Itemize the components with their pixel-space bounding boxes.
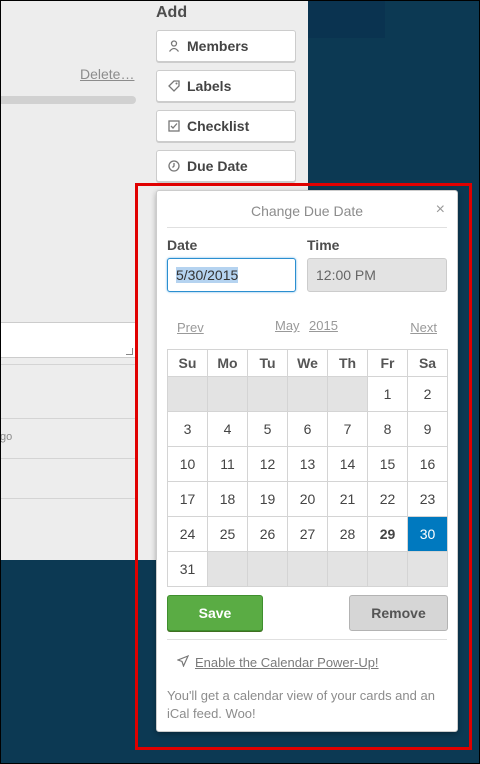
empty-day-cell (207, 376, 248, 412)
weekday-header: Th (327, 349, 368, 377)
next-month-link[interactable]: Next (410, 320, 437, 335)
day-cell[interactable]: 24 (167, 516, 208, 552)
members-button[interactable]: Members (156, 30, 296, 62)
empty-day-cell (247, 376, 288, 412)
due-date-button-label: Due Date (187, 158, 248, 174)
divider (0, 418, 136, 419)
empty-day-cell (407, 551, 448, 587)
change-due-date-popover: Change Due Date × Date Time 5/30/2015 12… (156, 190, 458, 732)
prev-month-link[interactable]: Prev (177, 320, 204, 335)
empty-day-cell (247, 551, 288, 587)
day-cell[interactable]: 7 (327, 411, 368, 447)
due-date-button[interactable]: Due Date (156, 150, 296, 182)
add-heading: Add (156, 4, 188, 21)
members-button-label: Members (187, 38, 249, 54)
day-cell[interactable]: 18 (207, 481, 248, 517)
date-input[interactable]: 5/30/2015 (167, 258, 296, 292)
weekday-header: Tu (247, 349, 288, 377)
day-cell[interactable]: 6 (287, 411, 328, 447)
empty-day-cell (207, 551, 248, 587)
calendar-week-row: 31 (167, 551, 448, 587)
weekday-header: Sa (407, 349, 448, 377)
day-cell[interactable]: 13 (287, 446, 328, 482)
day-cell[interactable]: 30 (407, 516, 448, 552)
day-cell[interactable]: 11 (207, 446, 248, 482)
day-cell[interactable]: 5 (247, 411, 288, 447)
weekday-header: Su (167, 349, 208, 377)
day-cell[interactable]: 26 (247, 516, 288, 552)
weekday-header: Mo (207, 349, 248, 377)
empty-day-cell (287, 551, 328, 587)
clock-icon (167, 159, 181, 173)
calendar-powerup-row: Enable the Calendar Power-Up! (176, 654, 379, 670)
popover-title: Change Due Date (250, 203, 364, 219)
day-cell[interactable]: 22 (367, 481, 408, 517)
calendar-week-row: 17 18 19 20 21 22 23 (167, 481, 448, 517)
day-cell[interactable]: 20 (287, 481, 328, 517)
divider (0, 458, 136, 459)
divider (167, 639, 447, 640)
delete-link[interactable]: Delete… (80, 66, 134, 82)
month-select[interactable]: May (275, 318, 300, 333)
checklist-progress-bar (0, 96, 136, 104)
empty-day-cell (287, 376, 328, 412)
weekday-header: Fr (367, 349, 408, 377)
day-cell[interactable]: 12 (247, 446, 288, 482)
calendar-week-row: 24 25 26 27 28 29 30 (167, 516, 448, 552)
day-cell[interactable]: 9 (407, 411, 448, 447)
resize-grip-icon[interactable] (126, 348, 133, 355)
checklist-button-label: Checklist (187, 118, 250, 134)
labels-button[interactable]: Labels (156, 70, 296, 102)
date-label: Date (167, 237, 198, 253)
day-cell[interactable]: 16 (407, 446, 448, 482)
close-icon[interactable]: × (436, 201, 445, 219)
day-cell[interactable]: 15 (367, 446, 408, 482)
day-cell[interactable]: 27 (287, 516, 328, 552)
day-cell[interactable]: 31 (167, 551, 208, 587)
calendar-week-row: 12 (167, 376, 448, 412)
day-cell[interactable]: 29 (367, 516, 408, 552)
day-cell[interactable]: 1 (367, 376, 408, 412)
day-cell[interactable]: 25 (207, 516, 248, 552)
day-cell[interactable]: 21 (327, 481, 368, 517)
day-cell[interactable]: 14 (327, 446, 368, 482)
calendar-week-row: 10 11 12 13 14 15 16 (167, 446, 448, 482)
day-cell[interactable]: 28 (327, 516, 368, 552)
empty-day-cell (367, 551, 408, 587)
enable-calendar-powerup-link[interactable]: Enable the Calendar Power-Up! (195, 655, 379, 670)
tag-icon (167, 79, 181, 93)
board-header-bar (305, 0, 385, 38)
year-select[interactable]: 2015 (309, 318, 338, 333)
day-cell[interactable]: 10 (167, 446, 208, 482)
day-cell[interactable]: 23 (407, 481, 448, 517)
divider (0, 364, 136, 365)
powerup-description: You'll get a calendar view of your cards… (167, 688, 435, 721)
time-label: Time (307, 237, 340, 253)
date-input-value: 5/30/2015 (176, 267, 239, 283)
checkbox-icon (167, 119, 181, 133)
empty-day-cell (327, 376, 368, 412)
send-icon (176, 654, 190, 670)
day-cell[interactable]: 3 (167, 411, 208, 447)
labels-button-label: Labels (187, 78, 232, 94)
checklist-button[interactable]: Checklist (156, 110, 296, 142)
divider (0, 498, 136, 499)
weekday-header: We (287, 349, 328, 377)
person-icon (167, 39, 181, 53)
calendar-week-row: 3456789 (167, 411, 448, 447)
day-cell[interactable]: 4 (207, 411, 248, 447)
remove-button[interactable]: Remove (349, 595, 448, 631)
divider (167, 227, 447, 228)
empty-day-cell (327, 551, 368, 587)
day-cell[interactable]: 17 (167, 481, 208, 517)
calendar-grid: Su Mo Tu We Th Fr Sa 1 2 3 4 5 6 7 8 9 10 11 12 13 14 15 16 17… (167, 349, 448, 587)
save-button[interactable]: Save (167, 595, 263, 631)
empty-day-cell (167, 376, 208, 412)
day-cell[interactable]: 19 (247, 481, 288, 517)
activity-timestamp: go (0, 431, 13, 443)
day-cell[interactable]: 2 (407, 376, 448, 412)
time-input[interactable]: 12:00 PM (307, 258, 447, 292)
day-cell[interactable]: 8 (367, 411, 408, 447)
comment-input[interactable] (0, 322, 136, 358)
